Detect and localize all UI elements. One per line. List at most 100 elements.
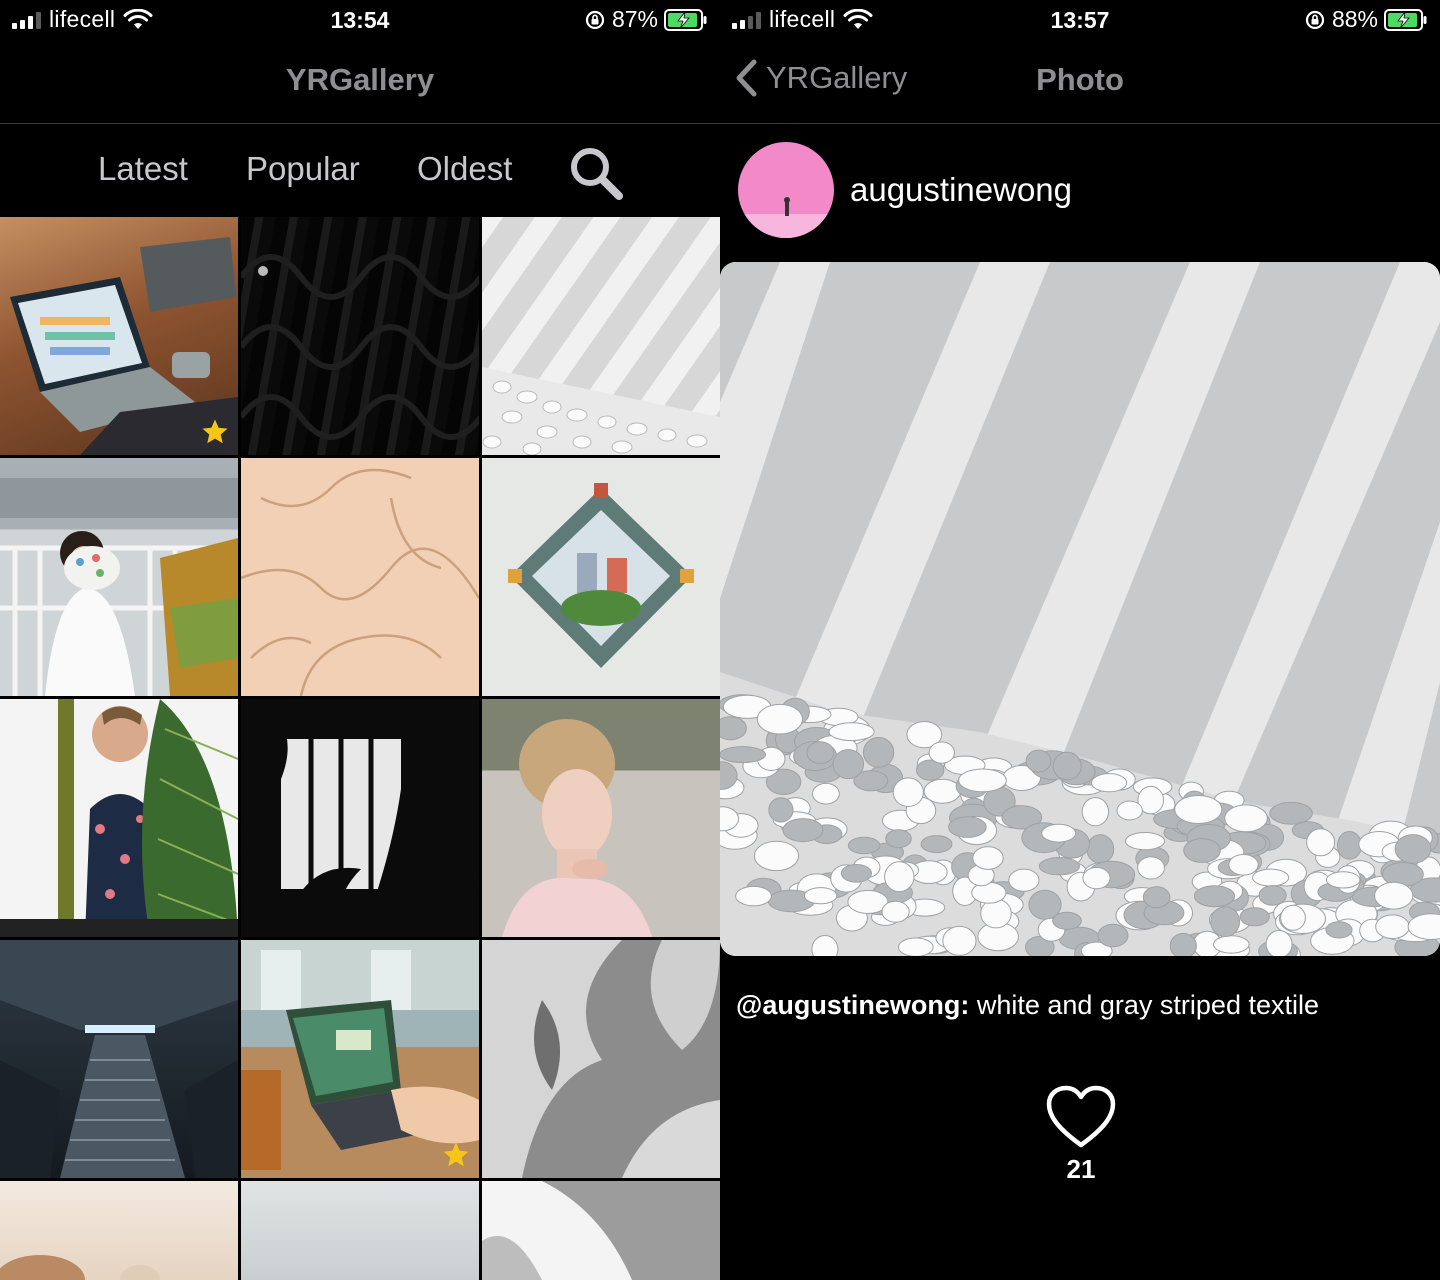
status-bar: lifecell 13:54 87% [0,0,720,40]
photo-image[interactable] [720,262,1440,956]
pebble [1265,930,1293,956]
pebble [1091,773,1128,793]
photo-detail-screen: lifecell 13:57 88% YRGallery Photo augus… [720,0,1440,1280]
pebble [840,864,872,883]
tab-oldest[interactable]: Oldest [417,150,512,188]
pebble [862,737,895,768]
avatar-photo [738,197,834,238]
search-button[interactable] [566,143,626,203]
pebble [1239,907,1270,927]
pebble [828,722,875,742]
pebble [1082,867,1111,890]
pebble [1224,804,1268,833]
plant-silhouette-photo [258,699,479,937]
pebble [768,797,794,823]
pebble [1124,832,1166,851]
pebble [885,829,912,849]
pebble [920,835,953,854]
pebble [1375,914,1410,940]
photo-tile[interactable] [482,940,720,1178]
favorite-star-icon [202,419,228,444]
woman-palette-photo [0,478,238,696]
caption-text: white and gray striped textile [969,990,1319,1020]
pebble [892,777,924,808]
pebble [1008,868,1040,892]
heart-icon [1046,1085,1116,1148]
pebble [1213,935,1250,954]
pebble [1326,871,1361,889]
photo-caption: @augustinewong: white and gray striped t… [736,990,1319,1021]
pebble [1137,856,1165,880]
pebble [881,900,910,923]
pebble [1280,904,1306,931]
warm-cream-photo [0,1255,160,1280]
author-profile[interactable]: augustinewong [738,140,1072,240]
pebble [782,818,824,843]
pebble [812,782,840,805]
striped-shadow-pebbles-photo [482,367,720,455]
photo-tile[interactable] [0,217,238,455]
man-palm-leaf-photo [0,699,238,937]
pebble [1142,886,1171,909]
photo-tile[interactable] [482,217,720,455]
pebble [898,937,934,956]
black-fabric-photo [241,254,479,440]
pebble [1337,831,1362,860]
tab-popular[interactable]: Popular [246,150,360,188]
photo-tile[interactable] [241,940,479,1178]
navigation-bar: YRGallery Photo [720,44,1440,124]
pebble [1325,921,1353,939]
pebble [806,741,835,765]
like-button[interactable] [1046,1085,1116,1149]
pebble [803,887,838,905]
navigation-bar: YRGallery [0,44,720,124]
pebble [1041,823,1077,843]
pebble [753,840,800,872]
pebble [1193,885,1236,908]
pebble [1174,795,1223,824]
photo-tile[interactable] [0,699,238,937]
striped-shadow-pebbles-photo [720,262,1440,956]
photo-tile[interactable] [482,458,720,696]
photo-tile[interactable] [0,458,238,696]
pebble [1183,838,1221,863]
beige-texture-photo [241,468,479,696]
pebble [958,768,1007,793]
photo-tile[interactable] [241,699,479,937]
avatar[interactable] [738,142,834,238]
photo-tile[interactable] [241,458,479,696]
photo-tile[interactable] [0,940,238,1178]
pebble [1081,797,1110,827]
battery-charging-icon [664,8,707,31]
pebble [884,861,915,893]
pebble [1258,885,1287,906]
caption-author[interactable]: @augustinewong: [736,990,969,1020]
pebble [756,703,804,735]
pebble [1038,857,1080,876]
battery-percentage: 88% [1331,6,1378,32]
photo-tile[interactable] [482,1181,720,1280]
diamond-frame-photo [508,483,694,668]
pebble [942,925,977,956]
pebble [1306,828,1336,857]
rotation-lock-icon [1305,10,1325,29]
pebble [1210,906,1241,937]
pebble [847,836,881,855]
pebble [720,746,766,764]
pebble [1097,923,1129,948]
battery-percentage: 87% [611,6,658,32]
pebble [1086,834,1115,864]
tab-latest[interactable]: Latest [98,150,188,188]
author-username[interactable]: augustinewong [850,171,1072,209]
photo-tile[interactable] [482,699,720,937]
photo-tile[interactable] [241,217,479,455]
pebble [928,741,956,764]
photo-tile[interactable] [241,1181,479,1280]
pebble [1052,911,1082,930]
rotation-lock-icon [585,10,605,29]
pebble [972,846,1004,870]
search-icon [571,148,623,200]
photo-tile[interactable] [0,1181,238,1280]
pebble [1116,800,1143,821]
pebble [735,885,772,907]
